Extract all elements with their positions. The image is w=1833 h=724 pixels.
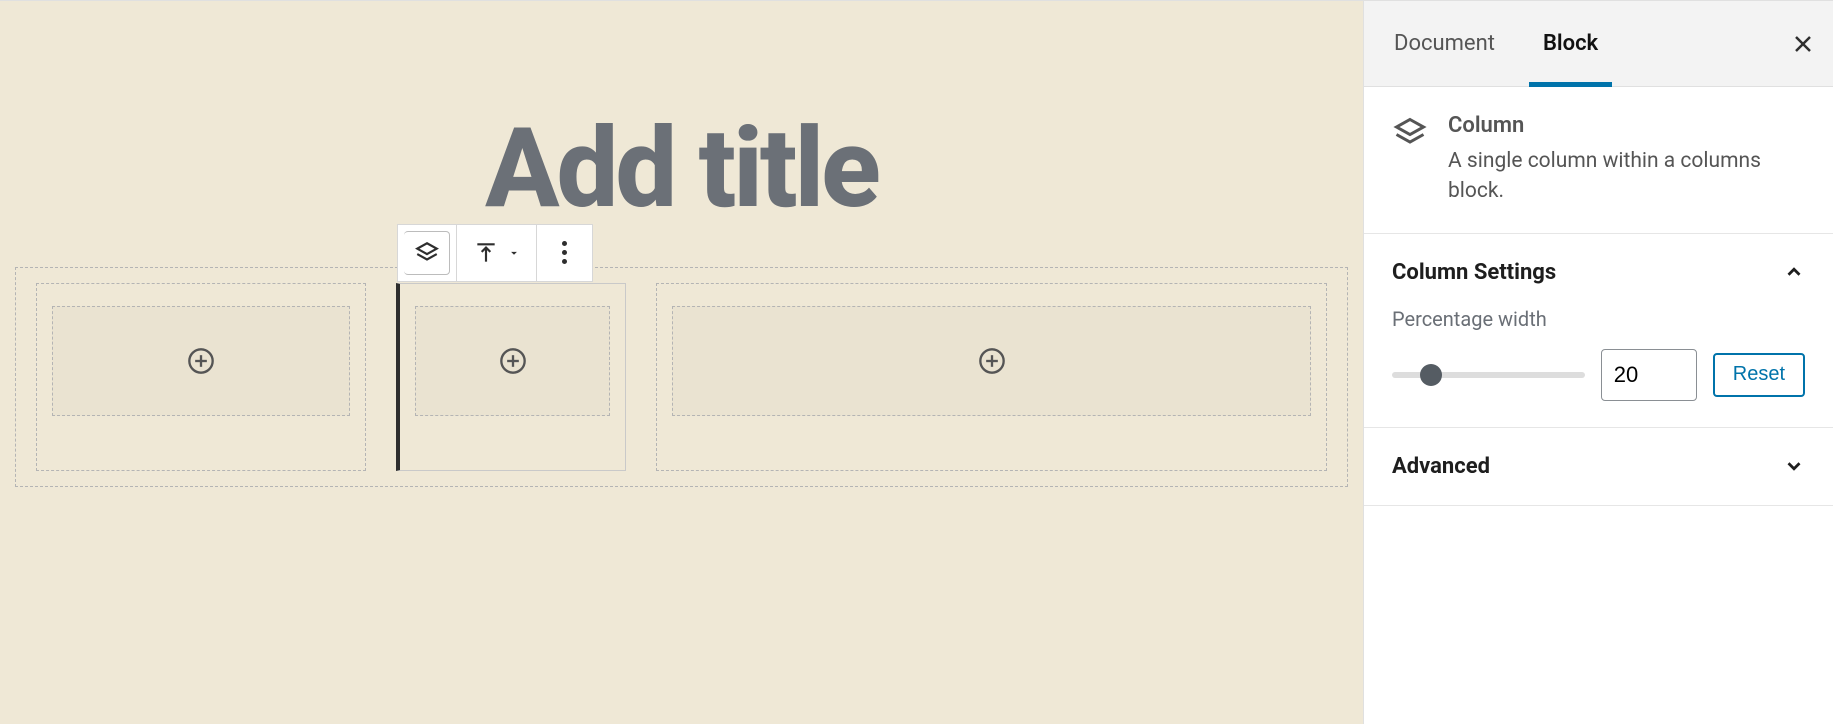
add-block-button[interactable] bbox=[415, 306, 610, 416]
post-title-input[interactable]: Add title bbox=[0, 111, 1363, 237]
app-root: Add title bbox=[0, 0, 1833, 724]
more-vertical-icon bbox=[562, 241, 567, 264]
panel-title: Advanced bbox=[1392, 454, 1490, 479]
block-info-panel: Column A single column within a columns … bbox=[1364, 87, 1833, 234]
add-block-button[interactable] bbox=[52, 306, 350, 416]
block-type-button[interactable] bbox=[404, 231, 450, 275]
column-settings-toggle[interactable]: Column Settings bbox=[1392, 260, 1805, 285]
panel-title: Column Settings bbox=[1392, 260, 1556, 285]
close-sidebar-button[interactable] bbox=[1773, 1, 1833, 86]
block-description: A single column within a columns block. bbox=[1448, 146, 1805, 207]
plus-circle-icon bbox=[499, 347, 527, 375]
add-block-button[interactable] bbox=[672, 306, 1311, 416]
tab-block[interactable]: Block bbox=[1519, 1, 1622, 86]
advanced-panel: Advanced bbox=[1364, 428, 1833, 506]
close-icon bbox=[1791, 32, 1815, 56]
settings-sidebar: Document Block Column A single column bbox=[1363, 1, 1833, 724]
column-block[interactable] bbox=[656, 283, 1327, 471]
plus-circle-icon bbox=[187, 347, 215, 375]
slider-thumb[interactable] bbox=[1420, 364, 1442, 386]
plus-circle-icon bbox=[978, 347, 1006, 375]
block-name: Column bbox=[1448, 113, 1805, 138]
chevron-down-icon bbox=[1783, 455, 1805, 477]
reset-button[interactable]: Reset bbox=[1713, 353, 1805, 397]
column-block-icon bbox=[1392, 115, 1428, 156]
editor-canvas: Add title bbox=[0, 1, 1363, 724]
block-toolbar bbox=[397, 224, 593, 282]
chevron-up-icon bbox=[1783, 261, 1805, 283]
vertical-align-button[interactable] bbox=[456, 225, 536, 281]
advanced-toggle[interactable]: Advanced bbox=[1392, 454, 1805, 479]
percentage-width-slider[interactable] bbox=[1392, 372, 1585, 378]
column-settings-panel: Column Settings Percentage width Reset bbox=[1364, 234, 1833, 428]
percentage-width-input[interactable] bbox=[1601, 349, 1697, 401]
columns-block[interactable] bbox=[15, 267, 1348, 487]
more-options-button[interactable] bbox=[536, 225, 592, 281]
tab-document[interactable]: Document bbox=[1370, 1, 1519, 86]
percentage-width-label: Percentage width bbox=[1392, 307, 1805, 331]
column-block-selected[interactable] bbox=[396, 283, 626, 471]
column-block[interactable] bbox=[36, 283, 366, 471]
sidebar-tabs: Document Block bbox=[1364, 1, 1833, 87]
